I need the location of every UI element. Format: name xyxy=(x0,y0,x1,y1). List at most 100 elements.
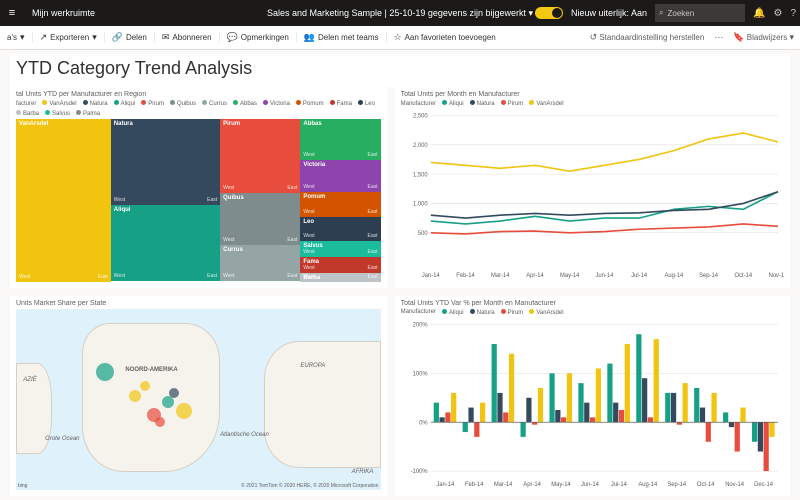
svg-text:Aug-14: Aug-14 xyxy=(664,273,684,279)
chevron-down-icon[interactable]: ▾ xyxy=(528,8,533,18)
svg-text:Sep-14: Sep-14 xyxy=(699,273,719,279)
export-icon: ↗ xyxy=(40,32,48,43)
svg-text:2,000: 2,000 xyxy=(413,143,428,149)
bar-chart-legend: ManufacturerAliquiNaturaPirumVanArsdel xyxy=(401,309,784,316)
svg-text:1,000: 1,000 xyxy=(413,202,428,208)
app-topbar: ≡ Mijn werkruimte Sales and Marketing Sa… xyxy=(0,0,800,26)
svg-text:-100%: -100% xyxy=(410,469,428,475)
comment-icon: 💬 xyxy=(227,32,238,43)
svg-text:200%: 200% xyxy=(412,322,428,328)
more-icon[interactable]: ⋯ xyxy=(714,32,723,43)
map-label: EUROPA xyxy=(300,363,325,369)
svg-text:Dec-14: Dec-14 xyxy=(754,482,774,488)
treemap-cell[interactable]: PomumEastWest xyxy=(300,192,380,216)
line-chart-visual[interactable]: Total Units per Month en Manufacturer Ma… xyxy=(395,87,790,288)
map-visual[interactable]: Units Market Share per State AZIË NOORD-… xyxy=(10,296,387,497)
svg-text:Jun-14: Jun-14 xyxy=(595,273,614,279)
notifications-icon[interactable]: 🔔 xyxy=(753,8,765,19)
svg-text:Feb-14: Feb-14 xyxy=(465,482,484,488)
star-icon: ☆ xyxy=(394,32,402,43)
svg-text:Feb-14: Feb-14 xyxy=(456,273,475,279)
settings-icon[interactable]: ⚙ xyxy=(773,8,782,19)
toolbar-item-favorite[interactable]: ☆Aan favorieten toevoegen xyxy=(387,32,503,43)
svg-text:Jul-14: Jul-14 xyxy=(631,273,648,279)
svg-text:500: 500 xyxy=(417,231,427,237)
menu-icon[interactable]: ≡ xyxy=(0,7,24,19)
treemap-cell[interactable]: VictoriaEastWest xyxy=(300,160,380,193)
svg-text:100%: 100% xyxy=(412,371,428,377)
svg-text:1,500: 1,500 xyxy=(413,172,428,178)
treemap-cell[interactable]: AbbasEastWest xyxy=(300,119,380,160)
visual-title: Units Market Share per State xyxy=(16,300,381,307)
svg-text:Nov-14: Nov-14 xyxy=(725,482,745,488)
map-label: AFRIKA xyxy=(352,469,374,475)
svg-text:Oct-14: Oct-14 xyxy=(734,273,752,279)
treemap-visual[interactable]: tal Units YTD per Manufacturer en Region… xyxy=(10,87,387,288)
svg-text:May-14: May-14 xyxy=(551,482,571,488)
svg-text:Jul-14: Jul-14 xyxy=(611,482,628,488)
treemap-cell[interactable]: VanArsdelEastWest xyxy=(16,119,111,282)
treemap-cell[interactable]: QuibusEastWest xyxy=(220,193,300,245)
svg-text:May-14: May-14 xyxy=(560,273,580,279)
new-look-toggle[interactable] xyxy=(535,7,563,19)
svg-text:Sep-14: Sep-14 xyxy=(667,482,687,488)
treemap-cell[interactable]: FamaEastWest xyxy=(300,257,380,273)
line-chart-plot: 500 1,000 1,500 2,000 2,500 Jan-14 Feb-14 Mar-1… xyxy=(401,109,784,282)
svg-text:Aug-14: Aug-14 xyxy=(638,482,658,488)
map-label: NOORD-AMERIKA xyxy=(125,367,177,373)
new-look-label: Nieuw uiterlijk: Aan xyxy=(571,8,647,18)
toolbar-item-comments[interactable]: 💬Opmerkingen xyxy=(220,32,297,43)
treemap-cell[interactable]: NaturaEastWest xyxy=(111,119,220,205)
reset-default-button[interactable]: ↺ Standaardinstelling herstellen xyxy=(590,32,705,43)
bookmark-icon: 🔖 xyxy=(733,32,744,42)
land-north-america xyxy=(82,323,221,472)
treemap-cell[interactable]: SalvusEastWest xyxy=(300,241,380,257)
toolbar-item-share[interactable]: 🔗Delen xyxy=(105,32,155,43)
workspace-name[interactable]: Mijn werkruimte xyxy=(24,8,103,18)
visual-title: tal Units YTD per Manufacturer en Region xyxy=(16,91,381,98)
map-label: Atlantische Ocean xyxy=(220,432,269,438)
treemap-cell[interactable]: BarbaEastWest xyxy=(300,273,380,281)
bar-chart-visual[interactable]: Total Units YTD Var % per Month en Manuf… xyxy=(395,296,790,497)
svg-text:Apr-14: Apr-14 xyxy=(526,273,544,279)
svg-text:2,500: 2,500 xyxy=(413,114,428,120)
visual-title: Total Units YTD Var % per Month en Manuf… xyxy=(401,300,784,307)
bar-chart-plot: -100%0%100%200%Jan-14Feb-14Mar-14Apr-14M… xyxy=(401,318,784,491)
treemap-cell[interactable]: CurrusEastWest xyxy=(220,245,300,282)
toolbar-item-subscribe[interactable]: ✉Abonneren xyxy=(155,32,220,43)
document-title: Sales and Marketing Sample | 25-10-19 ge… xyxy=(267,8,533,19)
report-toolbar: a's ▾ ↗Exporteren ▾ 🔗Delen ✉Abonneren 💬O… xyxy=(0,26,800,50)
treemap-cell[interactable]: AliquiEastWest xyxy=(111,205,220,281)
svg-text:Mar-14: Mar-14 xyxy=(493,482,512,488)
svg-text:Mar-14: Mar-14 xyxy=(491,273,510,279)
svg-text:Oct-14: Oct-14 xyxy=(697,482,715,488)
chevron-down-icon: ▾ xyxy=(789,32,794,42)
toolbar-item-export[interactable]: ↗Exporteren ▾ xyxy=(33,32,105,43)
map-provider: bing xyxy=(18,483,27,489)
toolbar-item-as[interactable]: a's ▾ xyxy=(0,32,33,43)
visual-title: Total Units per Month en Manufacturer xyxy=(401,91,784,98)
page-title: YTD Category Trend Analysis xyxy=(16,58,784,79)
map-bubble[interactable] xyxy=(155,417,165,427)
chevron-down-icon: ▾ xyxy=(92,32,97,43)
svg-text:Jan-14: Jan-14 xyxy=(421,273,440,279)
toolbar-item-share-teams[interactable]: 👥Delen met teams xyxy=(297,32,387,43)
svg-text:0%: 0% xyxy=(419,420,428,426)
land-europe xyxy=(264,341,381,468)
treemap-cell[interactable]: PirumEastWest xyxy=(220,119,300,193)
report-canvas: YTD Category Trend Analysis tal Units YT… xyxy=(0,50,800,500)
share-icon: 🔗 xyxy=(112,32,123,43)
bookmarks-button[interactable]: 🔖 Bladwijzers ▾ xyxy=(733,32,794,43)
mail-icon: ✉ xyxy=(162,32,170,43)
svg-text:Jan-14: Jan-14 xyxy=(436,482,455,488)
treemap-cell[interactable]: LeoEastWest xyxy=(300,217,380,241)
help-icon[interactable]: ? xyxy=(790,8,796,19)
search-input[interactable]: ⌕Zoeken xyxy=(655,4,745,22)
map-label: Grote Ocean xyxy=(45,436,79,442)
teams-icon: 👥 xyxy=(304,32,315,43)
svg-text:Nov-14: Nov-14 xyxy=(768,273,784,279)
line-chart-legend: ManufacturerAliquiNaturaPirumVanArsdel xyxy=(401,100,784,107)
map-bubble[interactable] xyxy=(140,381,150,391)
treemap-legend: facturerVanArsdelNaturaAliquiPirumQuibus… xyxy=(16,100,381,117)
svg-text:Jun-14: Jun-14 xyxy=(581,482,600,488)
